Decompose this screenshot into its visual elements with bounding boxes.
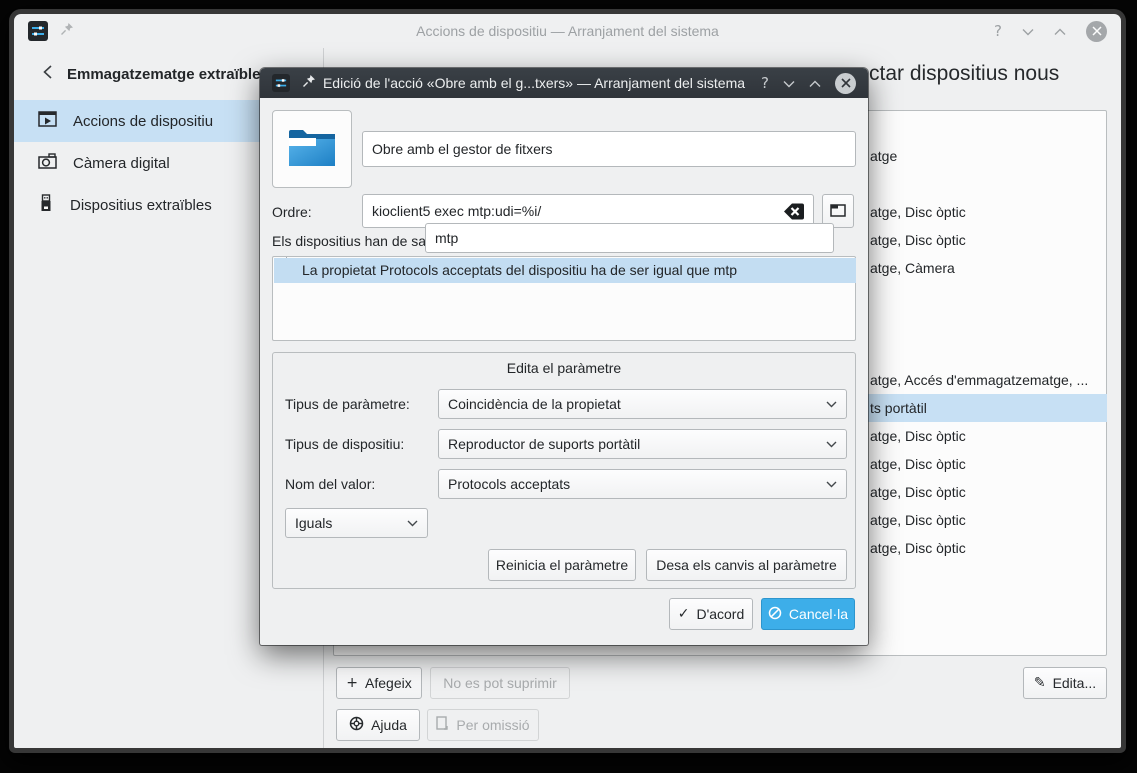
help-button[interactable]: ? — [761, 74, 769, 92]
open-folder-icon — [830, 203, 846, 220]
edit-button[interactable]: ✎ Edita... — [1023, 667, 1107, 699]
chevron-down-icon — [407, 520, 418, 527]
action-icon-button[interactable] — [272, 110, 352, 188]
action-name-input[interactable] — [362, 131, 856, 167]
dialog-titlebar: Edició de l'acció «Obre amb el g...txers… — [260, 68, 868, 98]
usb-drive-icon — [38, 194, 54, 216]
pin-icon[interactable] — [302, 74, 316, 93]
dialog-title: Edició de l'acció «Obre amb el g...txers… — [300, 75, 768, 91]
sidebar-header-label: Emmagatzematge extraïble — [67, 66, 260, 83]
system-settings-app-icon — [272, 74, 290, 92]
minimize-button[interactable] — [783, 75, 795, 92]
camera-icon — [38, 153, 57, 173]
edit-action-dialog: Edició de l'acció «Obre amb el g...txers… — [260, 68, 868, 645]
close-button[interactable] — [835, 73, 856, 94]
parameter-type-combobox[interactable]: Coincidència de la propietat — [438, 389, 847, 419]
cancel-icon — [768, 606, 782, 623]
pencil-icon: ✎ — [1034, 675, 1046, 691]
parameter-tree-item-selected[interactable]: La propietat Protocols acceptats del dis… — [274, 258, 856, 283]
minimize-button[interactable] — [1022, 23, 1034, 40]
value-name-label: Nom del valor: — [285, 476, 375, 492]
parameter-type-label: Tipus de paràmetre: — [285, 396, 410, 412]
sidebar-item-label: Accions de dispositiu — [73, 113, 213, 130]
main-titlebar: Accions de dispositiu — Arranjament del … — [14, 14, 1121, 48]
maximize-button[interactable] — [1054, 23, 1066, 40]
defaults-button-disabled: Per omissió — [427, 709, 539, 741]
sidebar-item-label: Càmera digital — [73, 155, 170, 172]
help-button[interactable]: ? — [994, 22, 1002, 40]
lifebuoy-icon — [349, 716, 364, 734]
maximize-button[interactable] — [809, 75, 821, 92]
pin-icon[interactable] — [60, 22, 74, 41]
chevron-down-icon — [826, 401, 837, 408]
defaults-icon — [436, 716, 449, 734]
reset-parameter-button[interactable]: Reinicia el paràmetre — [488, 549, 636, 581]
plus-icon: + — [346, 675, 358, 691]
command-label: Ordre: — [272, 204, 312, 220]
page-title: ctar dispositius nous — [869, 62, 1059, 86]
delete-button-disabled: No es pot suprimir — [430, 667, 570, 699]
check-icon: ✓ — [678, 606, 690, 622]
parameter-tree[interactable]: La propietat Protocols acceptats del dis… — [272, 256, 856, 341]
sidebar-item-label: Dispositius extraïbles — [70, 197, 212, 214]
device-type-label: Tipus de dispositiu: — [285, 436, 404, 452]
cancel-button[interactable]: Cancel·la — [761, 598, 855, 630]
system-settings-app-icon — [28, 21, 48, 41]
operator-combobox[interactable]: Iguals — [285, 508, 428, 538]
chevron-down-icon — [826, 481, 837, 488]
ok-button[interactable]: ✓ D'acord — [669, 598, 753, 630]
folder-icon — [286, 125, 338, 174]
help-button-bottom[interactable]: Ajuda — [336, 709, 420, 741]
screen: Accions de dispositiu — Arranjament del … — [0, 0, 1137, 773]
device-actions-icon — [38, 111, 57, 132]
back-icon[interactable] — [42, 64, 53, 84]
save-parameter-button[interactable]: Desa els canvis al paràmetre — [646, 549, 847, 581]
clear-text-icon[interactable] — [773, 200, 807, 222]
close-button[interactable] — [1086, 21, 1107, 42]
edit-parameter-groupbox: Edita el paràmetre Tipus de paràmetre: C… — [272, 352, 856, 589]
parameter-value-input[interactable] — [425, 223, 834, 253]
device-type-combobox[interactable]: Reproductor de suports portàtil — [438, 429, 847, 459]
chevron-down-icon — [826, 441, 837, 448]
value-name-combobox[interactable]: Protocols acceptats — [438, 469, 847, 499]
groupbox-title: Edita el paràmetre — [273, 360, 855, 376]
main-window-title: Accions de dispositiu — Arranjament del … — [14, 23, 1121, 39]
add-button[interactable]: + Afegeix — [336, 667, 422, 699]
